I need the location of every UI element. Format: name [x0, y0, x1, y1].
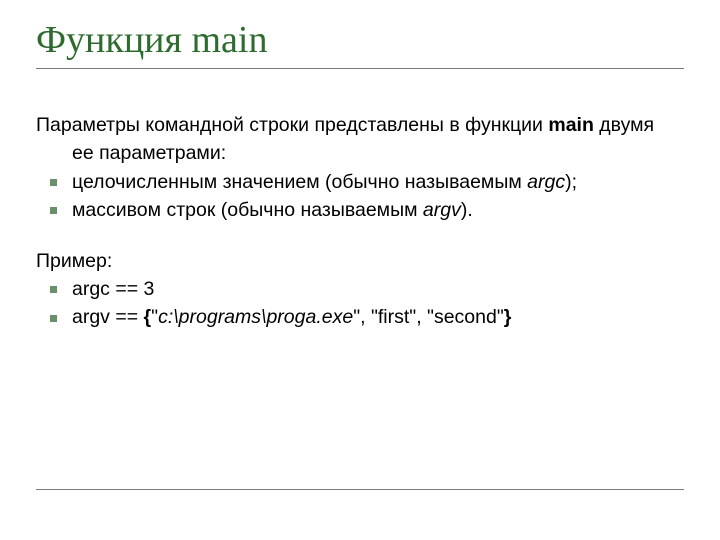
body-content: Параметры командной строки представлены …: [36, 113, 684, 330]
argv-path: c:\programs\proga.exe: [158, 306, 353, 328]
brace-close: }: [504, 306, 512, 328]
slide: Функция main Параметры командной строки …: [0, 0, 720, 540]
slide-title: Функция main: [36, 18, 684, 62]
item-text-pre: целочисленным значением (обычно называем…: [72, 171, 527, 193]
list-item: argc == 3: [36, 277, 684, 301]
list-item: массивом строк (обычно называемым argv).: [36, 198, 684, 222]
intro-paragraph: Параметры командной строки представлены …: [36, 113, 684, 137]
item-text-ital: argv: [423, 199, 461, 221]
list-item: целочисленным значением (обычно называем…: [36, 170, 684, 194]
argv-mid: ", "first", "second": [353, 306, 504, 328]
intro-text-1: Параметры командной строки представлены …: [36, 114, 548, 136]
list-item: argv == {"c:\programs\proga.exe", "first…: [36, 305, 684, 329]
intro-paragraph-line2: ее параметрами:: [36, 141, 684, 165]
item-text-pre: массивом строк (обычно называемым: [72, 199, 423, 221]
item-text-ital: argc: [527, 171, 565, 193]
intro-main-keyword: main: [548, 114, 594, 136]
item-text-post: ).: [461, 199, 473, 221]
params-list: целочисленным значением (обычно называем…: [36, 170, 684, 223]
bottom-underline: [36, 489, 684, 490]
brace-open: {: [144, 306, 152, 328]
title-underline: [36, 68, 684, 69]
item-text: argc == 3: [72, 278, 154, 300]
example-list: argc == 3 argv == {"c:\programs\proga.ex…: [36, 277, 684, 330]
intro-text-1-tail: двумя: [594, 114, 654, 136]
argv-pre: argv ==: [72, 306, 144, 328]
example-label: Пример:: [36, 249, 684, 273]
item-text-post: );: [565, 171, 577, 193]
